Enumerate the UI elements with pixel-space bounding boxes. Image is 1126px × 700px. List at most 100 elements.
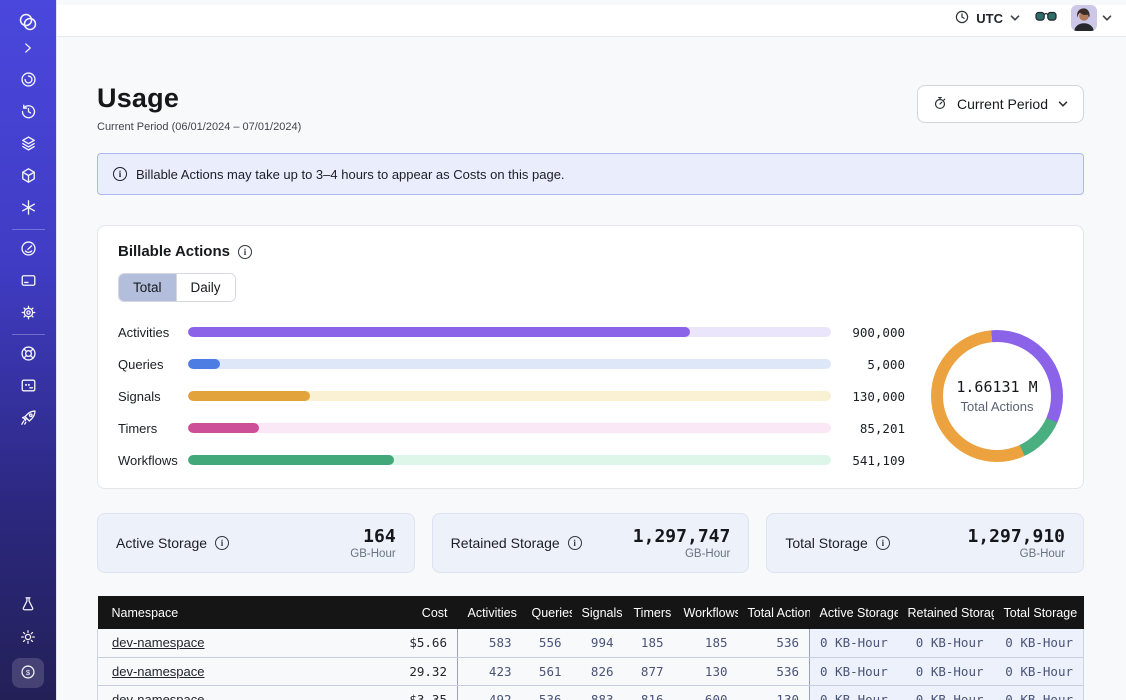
column-header: Timers — [624, 596, 674, 629]
sidebar-item-schedules[interactable] — [11, 100, 45, 126]
sun-icon — [19, 628, 37, 649]
info-icon[interactable]: i — [215, 536, 229, 550]
sidebar-item-support[interactable] — [11, 342, 45, 368]
preview-mode-button[interactable] — [1035, 9, 1057, 27]
sidebar-item-deployments[interactable] — [11, 164, 45, 190]
namespace-link[interactable]: dev-namespace — [112, 635, 205, 650]
timezone-label: UTC — [976, 11, 1003, 26]
retained-storage-cell: 0 KB-Hour — [898, 685, 994, 700]
total-actions-value: 1.66131 M — [956, 378, 1037, 396]
column-header: Workflows — [674, 596, 738, 629]
column-header: Signals — [572, 596, 624, 629]
namespace-usage-table: Namespace Cost Activities Queries Signal… — [97, 596, 1084, 700]
namespace-link[interactable]: dev-namespace — [112, 692, 205, 700]
banner-text: Billable Actions may take up to 3–4 hour… — [136, 167, 565, 182]
sidebar-item-credits[interactable]: $ — [12, 658, 44, 688]
chart-row-queries: Queries 5,000 — [118, 356, 905, 372]
sidebar-item-billing[interactable] — [11, 269, 45, 295]
billable-actions-chart: Activities 900,000 Queries 5,000 — [118, 324, 1063, 468]
total-actions-cell: 130 — [738, 685, 810, 700]
sidebar-item-settings[interactable] — [11, 301, 45, 327]
column-header: Retained Storage — [898, 596, 994, 629]
sidebar-item-namespaces[interactable] — [11, 68, 45, 94]
tab-daily[interactable]: Daily — [176, 274, 235, 301]
topbar: UTC — [57, 5, 1126, 37]
storage-card-value: 1,297,910 — [967, 526, 1065, 547]
cost-cell: $3.35 — [350, 685, 458, 700]
retained-storage-card: Retained Storage i 1,297,747 GB-Hour — [432, 513, 750, 573]
timezone-selector[interactable]: UTC — [954, 9, 1021, 28]
retained-storage-cell: 0 KB-Hour — [898, 657, 994, 685]
table-header-row: Namespace Cost Activities Queries Signal… — [98, 596, 1084, 629]
period-selector-button[interactable]: Current Period — [917, 85, 1084, 123]
signals-cell: 994 — [572, 629, 624, 657]
nexus-asterisk-icon — [19, 198, 38, 220]
chart-value-label: 85,201 — [831, 421, 905, 436]
column-header: Total Actions — [738, 596, 810, 629]
period-button-label: Current Period — [957, 96, 1048, 112]
chart-row-timers: Timers 85,201 — [118, 420, 905, 436]
storage-card-unit: GB-Hour — [967, 548, 1065, 560]
temporal-logo[interactable] — [11, 10, 45, 36]
chart-bar-fill — [188, 455, 394, 465]
user-menu[interactable] — [1071, 5, 1113, 31]
signals-cell: 883 — [572, 685, 624, 700]
chevron-right-icon — [19, 39, 37, 60]
glasses-icon — [1035, 9, 1057, 27]
sidebar-expand-button[interactable] — [11, 36, 45, 62]
info-icon[interactable]: i — [876, 536, 890, 550]
deployments-cube-icon — [19, 166, 38, 188]
rocket-icon — [19, 408, 38, 430]
layers-icon — [19, 134, 38, 156]
chart-bar-track — [188, 327, 831, 337]
avatar — [1071, 5, 1097, 31]
tab-total[interactable]: Total — [119, 274, 176, 301]
sidebar-divider — [12, 334, 45, 335]
sidebar-item-theme[interactable] — [11, 625, 45, 651]
active-storage-cell: 0 KB-Hour — [810, 685, 898, 700]
storage-card-value: 1,297,747 — [633, 526, 731, 547]
storage-card-unit: GB-Hour — [350, 548, 395, 560]
chart-value-label: 541,109 — [831, 453, 905, 468]
app-root: $ UTC — [0, 0, 1126, 700]
sidebar-item-getting-started[interactable] — [11, 406, 45, 432]
usage-gauge-icon — [19, 239, 38, 261]
view-toggle: Total Daily — [118, 273, 236, 302]
clock-icon — [954, 9, 970, 28]
info-icon[interactable]: i — [568, 536, 582, 550]
total-storage-cell: 0 KB-Hour — [994, 657, 1084, 685]
column-header: Activities — [458, 596, 522, 629]
chart-category-label: Signals — [118, 389, 188, 404]
queries-cell: 536 — [522, 685, 572, 700]
sidebar-item-batch[interactable] — [11, 132, 45, 158]
temporal-logo-icon — [17, 11, 39, 36]
chart-category-label: Activities — [118, 325, 188, 340]
card-title: Billable Actions — [118, 243, 230, 260]
dollar-coin-icon: $ — [19, 663, 37, 684]
workflows-cell: 130 — [674, 657, 738, 685]
namespace-link[interactable]: dev-namespace — [112, 664, 205, 679]
main-area: UTC Usage Current Period (06/01/2024 – 0… — [57, 0, 1126, 700]
sidebar-item-feedback[interactable] — [11, 374, 45, 400]
info-banner: i Billable Actions may take up to 3–4 ho… — [97, 153, 1084, 195]
stopwatch-icon — [932, 95, 948, 114]
retained-storage-cell: 0 KB-Hour — [898, 629, 994, 657]
chart-value-label: 5,000 — [831, 357, 905, 372]
active-storage-card: Active Storage i 164 GB-Hour — [97, 513, 415, 573]
namespaces-icon — [19, 70, 38, 92]
chart-category-label: Timers — [118, 421, 188, 436]
column-header: Queries — [522, 596, 572, 629]
sidebar-item-labs[interactable] — [11, 592, 45, 618]
table-row: dev-namespace $5.66 583 556 994 185 185 … — [98, 629, 1084, 657]
storage-card-label: Active Storage — [116, 535, 207, 551]
sidebar-item-nexus[interactable] — [11, 196, 45, 222]
chevron-down-icon — [1101, 12, 1113, 24]
flask-icon — [19, 595, 37, 616]
column-header: Namespace — [98, 596, 350, 629]
gear-icon — [19, 303, 38, 325]
column-header: Active Storage — [810, 596, 898, 629]
info-icon: i — [113, 167, 127, 181]
sidebar-item-usage[interactable] — [11, 237, 45, 263]
donut-chart: 1.66131 M Total Actions — [931, 330, 1063, 462]
info-icon[interactable]: i — [238, 245, 252, 259]
